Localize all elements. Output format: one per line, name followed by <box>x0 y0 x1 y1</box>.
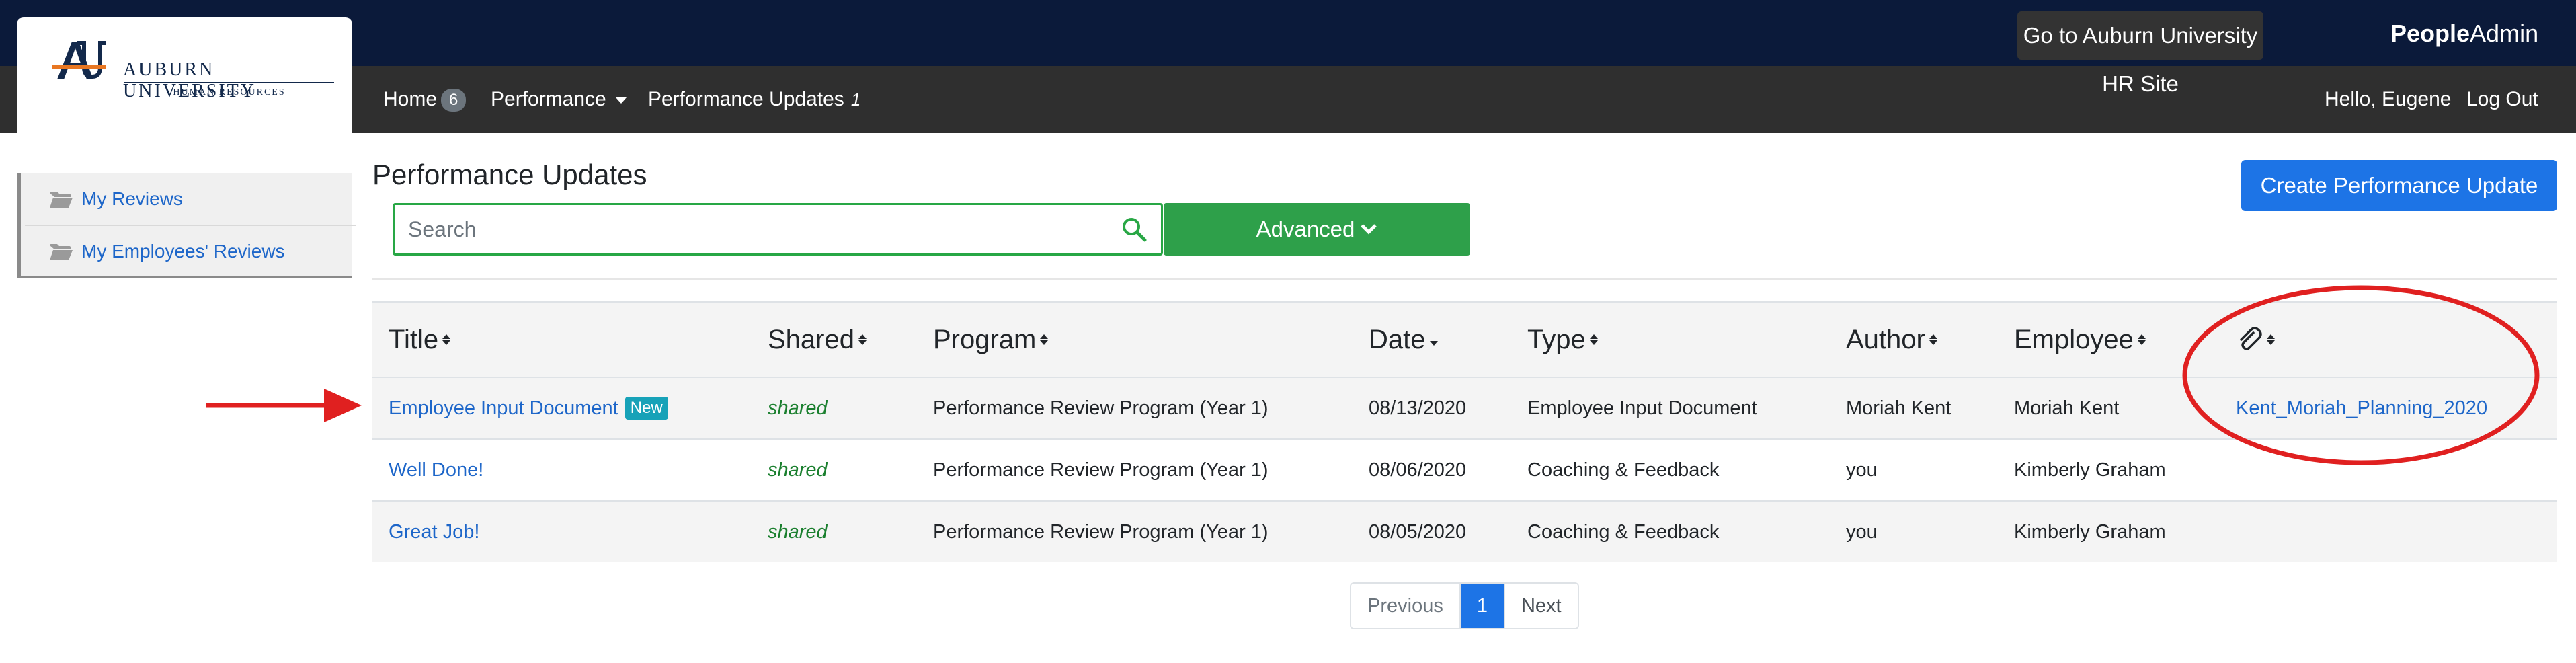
au-monogram-icon <box>52 41 106 79</box>
header-label: Employee <box>2014 324 2134 354</box>
nav-home-label: Home <box>383 88 438 110</box>
auburn-logo[interactable]: AUBURN UNIVERSITY HUMAN RESOURCES <box>17 17 352 133</box>
home-count-badge: 6 <box>441 89 467 112</box>
row-date: 08/06/2020 <box>1369 459 1467 481</box>
advanced-label: Advanced <box>1256 217 1355 241</box>
search-icon[interactable] <box>1121 216 1148 243</box>
sort-icon <box>1040 334 1049 345</box>
col-header-author[interactable]: Author <box>1846 303 1937 377</box>
nav-home[interactable]: Home 6 <box>383 66 467 133</box>
sort-icon <box>1929 334 1937 345</box>
nav-updates-label: Performance Updates <box>648 88 844 110</box>
sidebar-item-my-reviews[interactable]: My Reviews <box>25 173 356 225</box>
chevron-down-icon <box>1361 224 1377 235</box>
search-input[interactable] <box>408 212 1107 247</box>
row-date: 08/05/2020 <box>1369 520 1467 543</box>
sort-desc-icon <box>1429 340 1438 346</box>
sort-icon <box>858 334 867 345</box>
pagination-page-1[interactable]: 1 <box>1459 584 1504 628</box>
hr-site-button[interactable]: Go to Auburn University HR Site <box>2017 11 2263 96</box>
logo-divider <box>124 82 334 83</box>
row-title-cell: Well Done! <box>389 440 483 500</box>
row-employee: Kimberly Graham <box>2014 459 2166 481</box>
row-type: Employee Input Document <box>1527 397 1757 419</box>
sort-icon <box>2137 334 2146 345</box>
row-type: Coaching & Feedback <box>1527 459 1720 481</box>
updates-count: 1 <box>850 89 861 110</box>
pagination-next[interactable]: Next <box>1503 584 1578 628</box>
row-title-cell: Great Job! <box>389 502 479 562</box>
pagination: Previous 1 Next <box>1350 582 1579 629</box>
row-employee: Kimberly Graham <box>2014 520 2166 543</box>
nav-performance-label: Performance <box>491 88 606 110</box>
table-row: Great Job! shared Performance Review Pro… <box>372 500 2557 562</box>
logo-department: HUMAN RESOURCES <box>173 87 286 98</box>
logout-link[interactable]: Log Out <box>2466 66 2538 133</box>
col-header-type[interactable]: Type <box>1527 303 1598 377</box>
row-date: 08/13/2020 <box>1369 397 1467 419</box>
row-author: you <box>1846 459 1878 481</box>
col-header-title[interactable]: Title <box>389 303 451 377</box>
peopleadmin-logo: PeopleAdmin <box>2390 17 2538 50</box>
row-title-link[interactable]: Great Job! <box>389 521 479 543</box>
caret-down-icon <box>615 97 627 104</box>
row-shared: shared <box>768 459 828 481</box>
row-program: Performance Review Program (Year 1) <box>933 459 1269 481</box>
col-header-employee[interactable]: Employee <box>2014 303 2146 377</box>
sidebar: My Reviews My Employees' Reviews <box>17 173 356 278</box>
row-program: Performance Review Program (Year 1) <box>933 520 1269 543</box>
advanced-search-button[interactable]: Advanced <box>1164 203 1470 256</box>
sort-icon <box>442 334 451 345</box>
annotation-arrow-icon <box>206 389 362 422</box>
col-header-program[interactable]: Program <box>933 303 1049 377</box>
header-label: Shared <box>768 324 854 354</box>
sidebar-item-label: My Employees' Reviews <box>81 241 285 262</box>
divider <box>372 278 2557 280</box>
search-box <box>393 203 1163 256</box>
sidebar-item-label: My Reviews <box>81 188 183 209</box>
new-badge: New <box>625 397 668 420</box>
user-greeting[interactable]: Hello, Eugene <box>2325 66 2451 133</box>
row-shared: shared <box>768 520 828 543</box>
row-program: Performance Review Program (Year 1) <box>933 397 1269 419</box>
row-title-cell: Employee Input Document New <box>389 378 668 438</box>
page-title: Performance Updates <box>372 159 647 190</box>
row-title-link[interactable]: Well Done! <box>389 459 483 481</box>
create-performance-update-button[interactable]: Create Performance Update <box>2241 160 2557 211</box>
pagination-previous[interactable]: Previous <box>1351 584 1459 628</box>
folder-open-icon <box>50 192 73 208</box>
nav-performance-dropdown[interactable]: Performance <box>491 66 627 133</box>
row-type: Coaching & Feedback <box>1527 520 1720 543</box>
row-author: Moriah Kent <box>1846 397 1951 419</box>
header-label: Program <box>933 324 1037 354</box>
nav-performance-updates[interactable]: Performance Updates 1 <box>648 66 860 133</box>
brand-bold-text: People <box>2390 20 2470 47</box>
sidebar-item-my-employees-reviews[interactable]: My Employees' Reviews <box>25 225 356 276</box>
sort-icon <box>1589 334 1598 345</box>
header-label: Type <box>1527 324 1586 354</box>
header-label: Title <box>389 324 439 354</box>
header-label: Author <box>1846 324 1925 354</box>
row-title-link[interactable]: Employee Input Document <box>389 397 618 420</box>
folder-open-icon <box>50 244 73 260</box>
annotation-circle-icon <box>2182 285 2540 465</box>
row-employee: Moriah Kent <box>2014 397 2120 419</box>
brand-light-text: Admin <box>2470 20 2539 47</box>
header-label: Date <box>1369 324 1426 354</box>
row-author: you <box>1846 520 1878 543</box>
row-shared: shared <box>768 397 828 419</box>
col-header-shared[interactable]: Shared <box>768 303 867 377</box>
col-header-date[interactable]: Date <box>1369 303 1438 377</box>
